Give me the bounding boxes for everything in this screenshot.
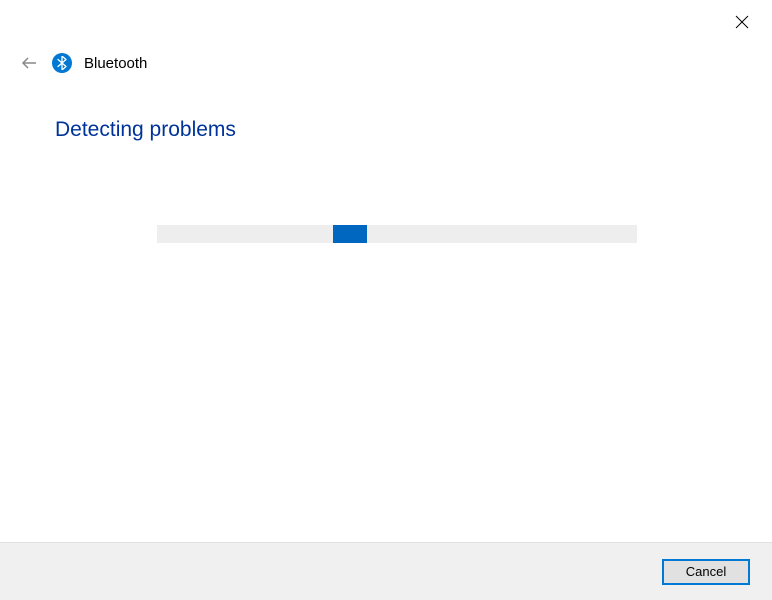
back-button[interactable] xyxy=(18,52,40,74)
close-button[interactable] xyxy=(730,10,754,34)
page-heading: Detecting problems xyxy=(55,118,236,142)
back-arrow-icon xyxy=(20,54,38,72)
bluetooth-icon xyxy=(52,53,72,73)
close-icon xyxy=(735,15,749,29)
footer: Cancel xyxy=(0,542,772,600)
header: Bluetooth xyxy=(18,52,147,74)
progress-bar xyxy=(157,225,637,243)
cancel-button[interactable]: Cancel xyxy=(662,559,750,585)
progress-indicator xyxy=(333,225,367,243)
window-title: Bluetooth xyxy=(84,55,147,72)
